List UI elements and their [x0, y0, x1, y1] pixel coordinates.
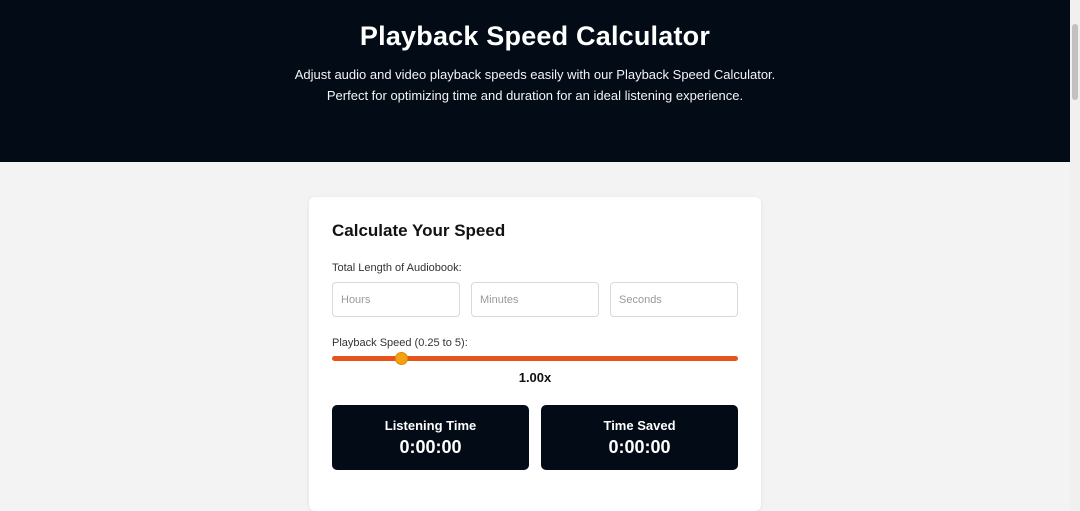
- card-title: Calculate Your Speed: [332, 221, 506, 240]
- listening-time-panel: Listening Time 0:00:00: [332, 405, 529, 470]
- time-saved-title: Time Saved: [603, 418, 676, 433]
- page-header: Playback Speed Calculator Adjust audio a…: [0, 0, 1070, 162]
- speed-value: 1.00x: [518, 370, 552, 385]
- time-saved-value: 0:00:00: [608, 437, 671, 457]
- speed-slider-track[interactable]: [332, 356, 738, 361]
- speed-label: Playback Speed (0.25 to 5):: [332, 337, 468, 349]
- minutes-input[interactable]: [471, 282, 599, 317]
- page-description: Adjust audio and video playback speeds e…: [294, 67, 776, 103]
- time-saved-panel: Time Saved 0:00:00: [541, 405, 738, 470]
- hours-input[interactable]: [332, 282, 460, 317]
- page-title: Playback Speed Calculator: [359, 21, 711, 51]
- scrollbar-thumb[interactable]: [1072, 24, 1078, 100]
- calculator-card: Calculate Your Speed Total Length of Aud…: [309, 197, 761, 511]
- speed-slider-thumb[interactable]: [395, 352, 408, 365]
- vertical-scrollbar[interactable]: [1070, 0, 1080, 511]
- seconds-input[interactable]: [610, 282, 738, 317]
- listening-time-value: 0:00:00: [399, 437, 462, 457]
- listening-time-title: Listening Time: [384, 418, 477, 433]
- length-label: Total Length of Audiobook:: [332, 262, 462, 274]
